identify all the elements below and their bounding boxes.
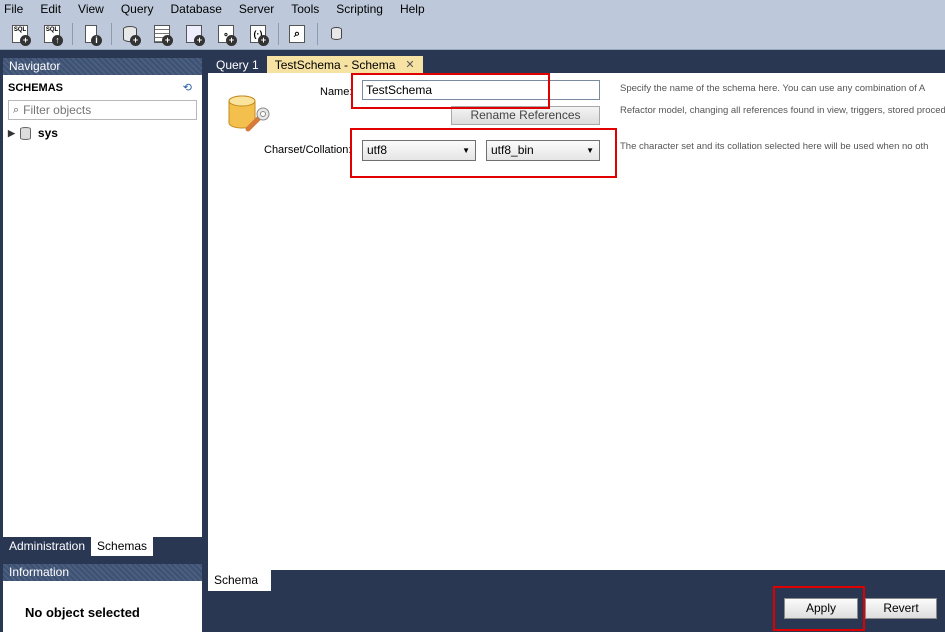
menu-file[interactable]: File xyxy=(0,2,23,16)
create-procedure-icon[interactable]: ∘ + xyxy=(214,22,238,46)
expand-arrow-icon[interactable]: ▶ xyxy=(8,128,15,139)
refresh-icon[interactable]: ⟲ xyxy=(183,81,192,94)
navigator-tabs: Administration Schemas xyxy=(3,537,202,556)
close-icon[interactable]: ✕ xyxy=(405,56,414,74)
main-toolbar: SQL + SQL ↑ i + + + ∘ + (·) + ⌕ xyxy=(0,18,945,50)
create-schema-icon[interactable]: + xyxy=(118,22,142,46)
charset-collation-label: Charset/Collation: xyxy=(264,144,352,156)
collation-select[interactable]: utf8_bin ▼ xyxy=(486,140,600,161)
editor-tabs: Query 1 TestSchema - Schema ✕ xyxy=(208,56,423,74)
tab-label: TestSchema - Schema xyxy=(274,58,396,72)
menu-view[interactable]: View xyxy=(73,2,104,16)
charset-description: The character set and its collation sele… xyxy=(620,141,929,152)
reconnect-icon[interactable] xyxy=(324,22,348,46)
name-description: Specify the name of the schema here. You… xyxy=(620,83,926,94)
menu-edit[interactable]: Edit xyxy=(35,2,61,16)
information-panel: No object selected xyxy=(3,581,202,632)
charset-select[interactable]: utf8 ▼ xyxy=(362,140,476,161)
filter-objects-box[interactable]: ⌕ xyxy=(8,100,197,120)
navigator-header: Navigator xyxy=(3,58,202,75)
menu-server[interactable]: Server xyxy=(234,2,274,16)
dropdown-arrow-icon: ▼ xyxy=(586,146,594,155)
information-header: Information xyxy=(3,564,202,581)
refactor-description: Refactor model, changing all references … xyxy=(620,105,945,116)
toolbar-separator xyxy=(72,22,73,45)
charset-value: utf8 xyxy=(367,143,388,157)
navigator-panel: SCHEMAS ⟲ ⌕ ▶ sys xyxy=(3,75,202,537)
toolbar-separator xyxy=(111,22,112,45)
tab-schema[interactable]: Schema xyxy=(208,570,271,591)
open-sql-script-icon[interactable]: SQL ↑ xyxy=(40,22,64,46)
tab-testschema-schema[interactable]: TestSchema - Schema ✕ xyxy=(266,56,423,74)
menu-query[interactable]: Query xyxy=(116,2,154,16)
rename-references-button[interactable]: Rename References xyxy=(451,106,600,125)
database-icon xyxy=(19,126,31,140)
new-sql-tab-icon[interactable]: SQL + xyxy=(8,22,32,46)
revert-button[interactable]: Revert xyxy=(865,598,937,619)
collation-value: utf8_bin xyxy=(491,143,534,157)
dropdown-arrow-icon: ▼ xyxy=(462,146,470,155)
toolbar-separator xyxy=(317,22,318,45)
schema-icon xyxy=(228,95,270,132)
create-function-icon[interactable]: (·) + xyxy=(246,22,270,46)
create-view-icon[interactable]: + xyxy=(182,22,206,46)
schema-name-input[interactable] xyxy=(362,80,600,100)
tree-item-sys[interactable]: ▶ sys xyxy=(8,126,58,140)
tree-item-label: sys xyxy=(37,126,58,140)
create-table-icon[interactable]: + xyxy=(150,22,174,46)
search-icon: ⌕ xyxy=(13,103,20,116)
toolbar-separator xyxy=(278,22,279,45)
filter-objects-input[interactable] xyxy=(21,102,182,118)
apply-button[interactable]: Apply xyxy=(784,598,858,619)
search-table-data-icon[interactable]: ⌕ xyxy=(285,22,309,46)
menu-scripting[interactable]: Scripting xyxy=(331,2,383,16)
tab-schemas[interactable]: Schemas xyxy=(91,537,154,556)
menu-help[interactable]: Help xyxy=(395,2,425,16)
menu-tools[interactable]: Tools xyxy=(286,2,319,16)
menu-database[interactable]: Database xyxy=(166,2,222,16)
schema-editor: Name: Rename References Charset/Collatio… xyxy=(208,73,945,570)
information-message: No object selected xyxy=(25,605,140,620)
name-label: Name: xyxy=(320,86,353,98)
menu-bar: File Edit View Query Database Server Too… xyxy=(0,0,945,18)
inspector-icon[interactable]: i xyxy=(79,22,103,46)
tab-administration[interactable]: Administration xyxy=(3,537,91,556)
schemas-label: SCHEMAS xyxy=(8,82,64,94)
tab-query-1[interactable]: Query 1 xyxy=(208,56,267,74)
